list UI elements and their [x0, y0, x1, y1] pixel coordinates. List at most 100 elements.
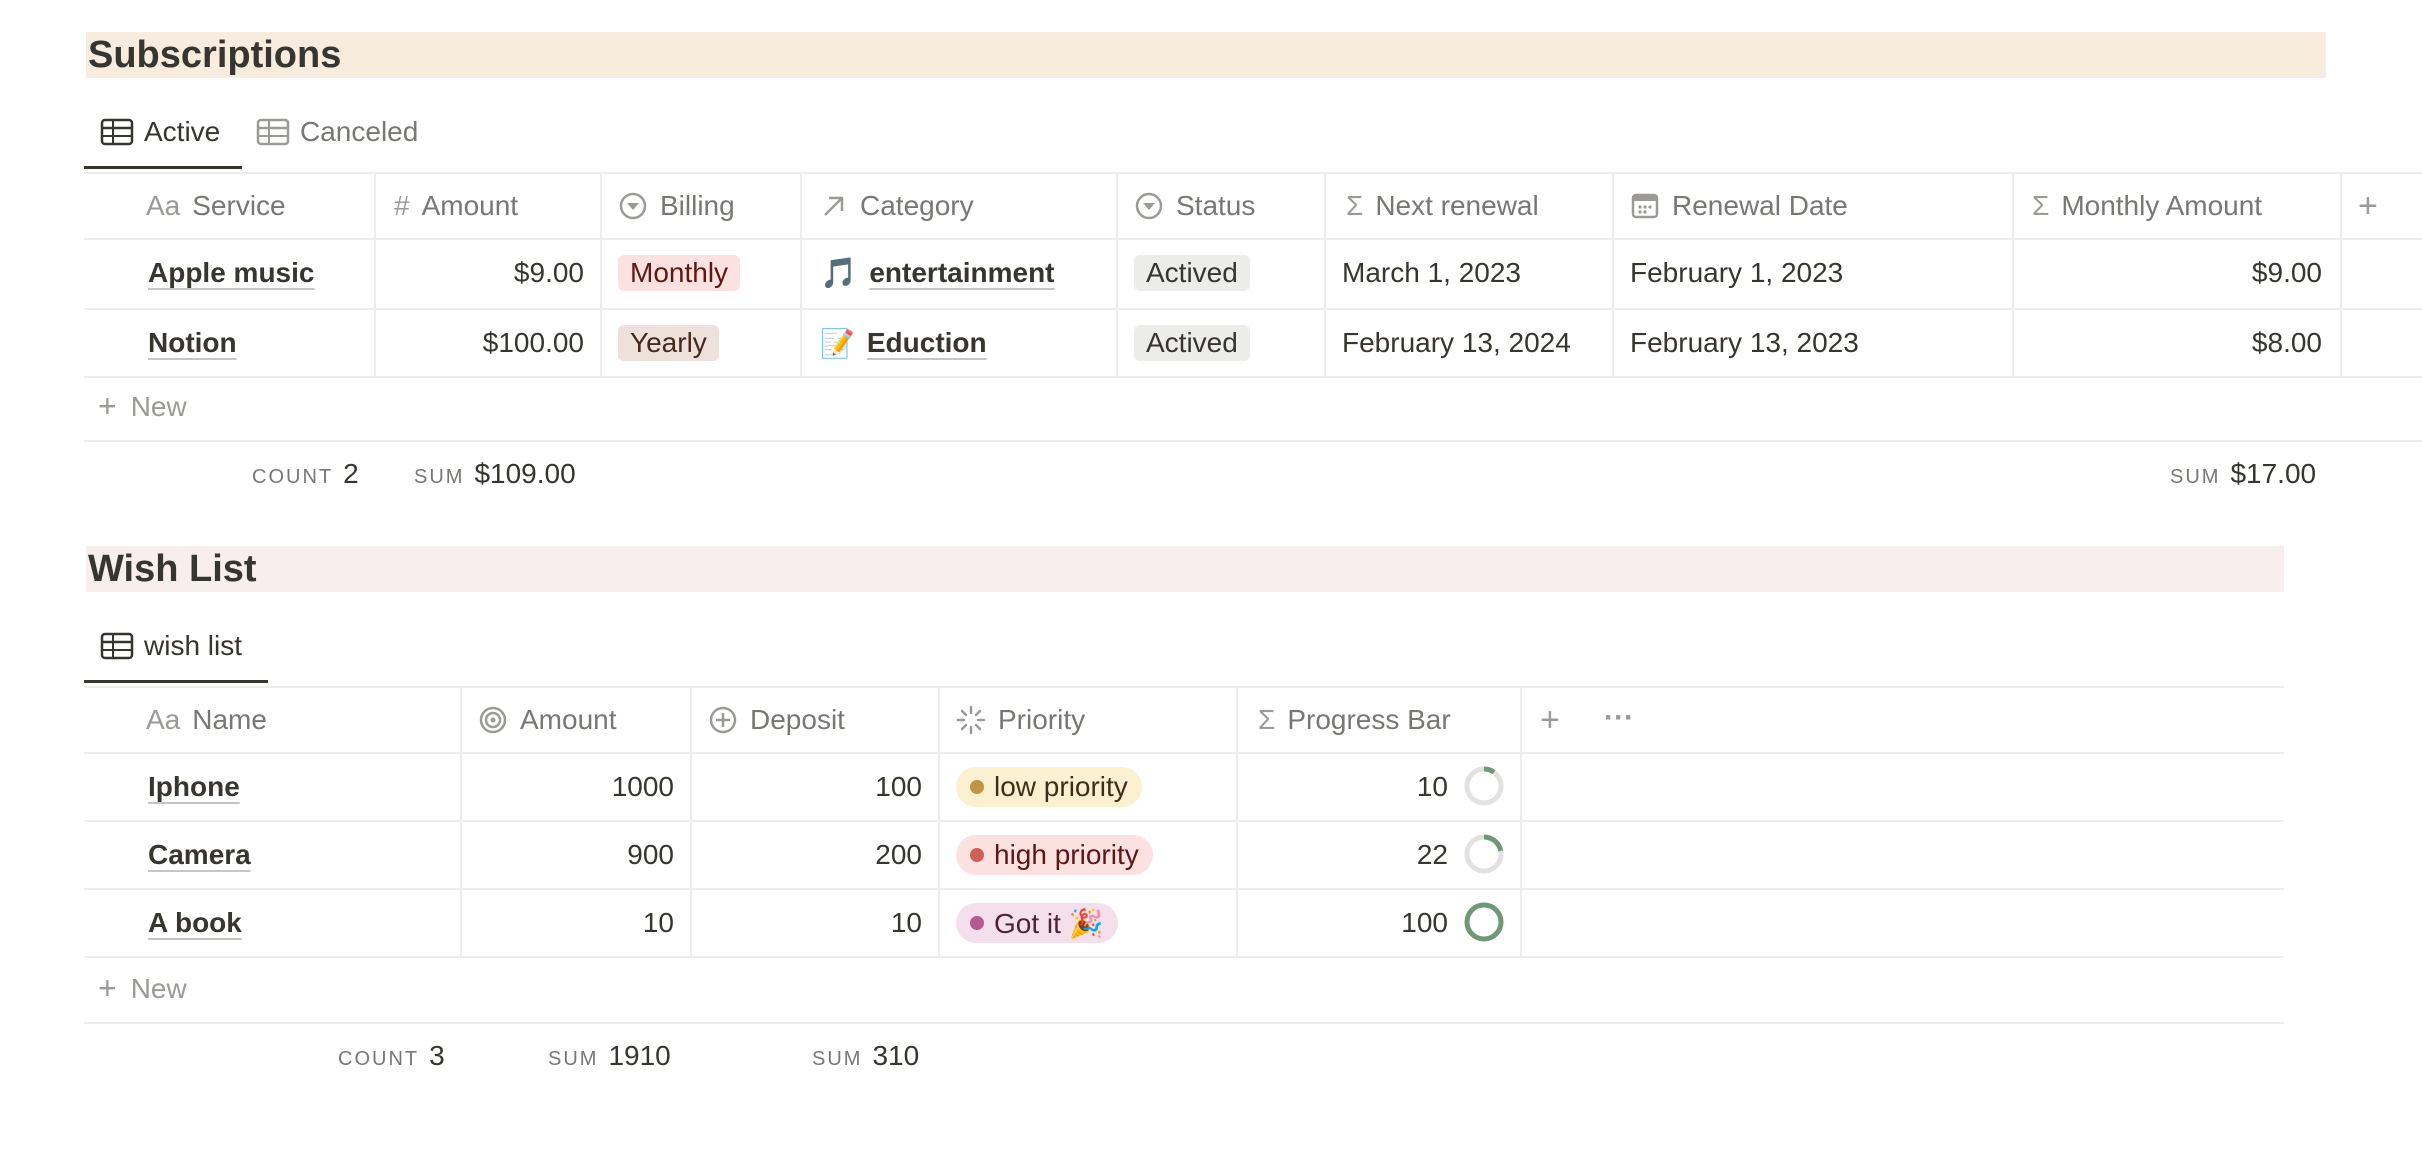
- column-header-progress-bar[interactable]: Σ Progress Bar: [1258, 688, 1451, 752]
- column-header-label: Monthly Amount: [2061, 190, 2263, 221]
- category-link[interactable]: entertainment: [869, 257, 1054, 289]
- calc-value: 310: [872, 1040, 920, 1071]
- wishlist-title[interactable]: Wish List: [86, 546, 257, 592]
- progress-value[interactable]: 100: [1250, 890, 1448, 956]
- new-row-button[interactable]: + New: [98, 388, 187, 425]
- divider: [1612, 172, 1614, 376]
- deposit-cell[interactable]: 100: [700, 754, 922, 820]
- count-calculation[interactable]: COUNT 2: [252, 458, 359, 490]
- deposit-cell[interactable]: 10: [700, 890, 922, 956]
- item-name[interactable]: Camera: [148, 839, 251, 871]
- table-row[interactable]: Iphone: [148, 754, 240, 820]
- sum-amount-calculation[interactable]: SUM $109.00: [414, 458, 576, 490]
- more-options-button[interactable]: ···: [1604, 686, 1634, 750]
- column-header-deposit[interactable]: Deposit: [708, 688, 845, 752]
- table-icon: [256, 118, 290, 146]
- plus-icon: +: [98, 388, 117, 424]
- service-name[interactable]: Notion: [148, 327, 237, 359]
- divider: [1236, 686, 1238, 956]
- calc-label: SUM: [548, 1048, 599, 1070]
- priority-label: high priority: [994, 839, 1139, 870]
- column-header-amount[interactable]: # Amount: [394, 174, 518, 238]
- priority-cell[interactable]: high priority: [956, 822, 1153, 888]
- column-header-category[interactable]: Category: [820, 174, 974, 238]
- column-header-status[interactable]: Status: [1134, 174, 1255, 238]
- item-name[interactable]: A book: [148, 907, 242, 939]
- category-link[interactable]: Eduction: [867, 327, 987, 359]
- billing-cell[interactable]: Yearly: [618, 310, 719, 376]
- divider: [84, 956, 2284, 958]
- deposit-cell[interactable]: 200: [700, 822, 922, 888]
- column-header-service[interactable]: Aa Service: [146, 174, 286, 238]
- divider: [460, 686, 462, 956]
- progress-value[interactable]: 10: [1250, 754, 1448, 820]
- sum-monthly-calculation[interactable]: SUM $17.00: [2170, 458, 2316, 490]
- priority-cell[interactable]: low priority: [956, 754, 1142, 820]
- table-row[interactable]: A book: [148, 890, 242, 956]
- column-header-amount[interactable]: Amount: [478, 688, 617, 752]
- priority-cell[interactable]: Got it 🎉: [956, 890, 1118, 956]
- wishlist-title-banner: [86, 546, 2284, 592]
- text-type-icon: Aa: [146, 704, 181, 735]
- divider: [690, 686, 692, 956]
- category-cell[interactable]: 🎵 entertainment: [820, 240, 1055, 306]
- tab-active[interactable]: Active: [100, 112, 220, 152]
- renewal-date-cell[interactable]: February 13, 2023: [1630, 310, 1859, 376]
- subscriptions-title[interactable]: Subscriptions: [86, 32, 341, 78]
- next-renewal-cell[interactable]: March 1, 2023: [1342, 240, 1521, 306]
- tab-wish-list[interactable]: wish list: [100, 626, 242, 666]
- monthly-amount-cell[interactable]: $9.00: [2020, 240, 2322, 306]
- amount-cell[interactable]: 900: [470, 822, 674, 888]
- column-header-label: Next renewal: [1375, 190, 1539, 221]
- status-badge: Actived: [1134, 325, 1250, 361]
- item-name[interactable]: Iphone: [148, 771, 240, 803]
- divider: [938, 686, 940, 956]
- table-row[interactable]: Notion: [148, 310, 237, 376]
- amount-cell[interactable]: 10: [470, 890, 674, 956]
- priority-tag: low priority: [956, 767, 1142, 807]
- table-row[interactable]: Camera: [148, 822, 251, 888]
- new-row-button[interactable]: + New: [98, 970, 187, 1007]
- amount-cell[interactable]: 1000: [470, 754, 674, 820]
- next-renewal-cell[interactable]: February 13, 2024: [1342, 310, 1571, 376]
- column-header-priority[interactable]: Priority: [956, 688, 1085, 752]
- loading-icon: [956, 705, 986, 735]
- column-header-name[interactable]: Aa Name: [146, 688, 267, 752]
- progress-value[interactable]: 22: [1250, 822, 1448, 888]
- add-column-button[interactable]: +: [2358, 174, 2378, 238]
- table-icon: [100, 118, 134, 146]
- tab-canceled-label: Canceled: [300, 116, 419, 147]
- sum-amount-calculation[interactable]: SUM 1910: [548, 1040, 671, 1072]
- calc-label: SUM: [2170, 466, 2221, 488]
- divider: [84, 752, 2284, 754]
- column-header-label: Amount: [421, 190, 519, 221]
- column-header-renewal-date[interactable]: Renewal Date: [1630, 174, 1848, 238]
- tab-canceled[interactable]: Canceled: [256, 112, 418, 152]
- add-column-button[interactable]: +: [1540, 688, 1560, 752]
- calc-value: $109.00: [474, 458, 576, 489]
- table-row[interactable]: Apple music: [148, 240, 314, 306]
- column-header-monthly-amount[interactable]: Σ Monthly Amount: [2032, 174, 2262, 238]
- tab-wish-list-label: wish list: [144, 630, 243, 661]
- status-cell[interactable]: Actived: [1134, 240, 1250, 306]
- sum-deposit-calculation[interactable]: SUM 310: [812, 1040, 919, 1072]
- count-calculation[interactable]: COUNT 3: [338, 1040, 445, 1072]
- formula-icon: Σ: [2032, 190, 2050, 221]
- divider: [84, 686, 2284, 688]
- select-icon: [1135, 192, 1163, 220]
- renewal-date-cell[interactable]: February 1, 2023: [1630, 240, 1843, 306]
- column-header-next-renewal[interactable]: Σ Next renewal: [1346, 174, 1539, 238]
- monthly-amount-cell[interactable]: $8.00: [2020, 310, 2322, 376]
- plus-icon: +: [98, 970, 117, 1006]
- table-icon: [100, 632, 134, 660]
- amount-cell[interactable]: $9.00: [380, 240, 584, 306]
- billing-cell[interactable]: Monthly: [618, 240, 741, 306]
- column-header-billing[interactable]: Billing: [618, 174, 735, 238]
- column-header-label: Amount: [520, 704, 617, 735]
- service-name[interactable]: Apple music: [148, 257, 314, 289]
- status-cell[interactable]: Actived: [1134, 310, 1250, 376]
- amount-cell[interactable]: $100.00: [380, 310, 584, 376]
- divider: [84, 1022, 2284, 1024]
- calc-label: COUNT: [338, 1048, 420, 1070]
- category-cell[interactable]: 📝 Eduction: [820, 310, 987, 376]
